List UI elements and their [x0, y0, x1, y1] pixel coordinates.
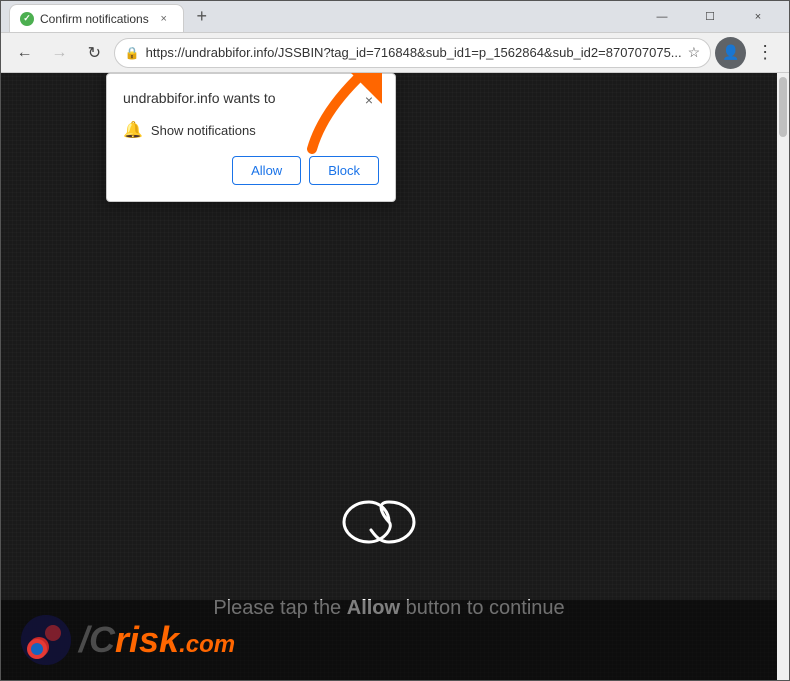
navigation-bar: ← → ↻ 🔒 https://undrabbifor.info/JSSBIN?…: [1, 33, 789, 73]
logo-text-area: /C risk .com: [79, 619, 235, 661]
block-button[interactable]: Block: [309, 156, 379, 185]
dot-com-text: .com: [179, 631, 235, 659]
bell-icon: 🔔: [123, 120, 143, 140]
tab-area: Confirm notifications × +: [9, 1, 635, 32]
active-tab[interactable]: Confirm notifications ×: [9, 4, 184, 32]
tab-favicon: [20, 12, 34, 26]
tab-close-button[interactable]: ×: [155, 10, 173, 28]
scrollbar[interactable]: [777, 73, 789, 680]
lock-icon: 🔒: [125, 46, 140, 60]
forward-button[interactable]: →: [44, 37, 75, 69]
window-controls: — ☐ ×: [639, 1, 781, 33]
pcrisk-logo: /C risk .com: [21, 615, 235, 665]
notification-text: Show notifications: [151, 123, 256, 138]
popup-title: undrabbifor.info wants to: [123, 90, 276, 106]
web-content: Please tap the Allow button to continue: [1, 73, 777, 680]
popup-buttons: Allow Block: [123, 156, 379, 185]
scrollbar-thumb[interactable]: [779, 77, 787, 137]
profile-button[interactable]: 👤: [715, 37, 746, 69]
pc-slash-text: /C: [79, 619, 115, 661]
notification-popup: undrabbifor.info wants to × 🔔 Show notif…: [106, 73, 396, 202]
url-text: https://undrabbifor.info/JSSBIN?tag_id=7…: [146, 45, 682, 60]
bottom-logo: /C risk .com: [1, 600, 777, 680]
close-button[interactable]: ×: [735, 1, 781, 33]
browser-window: Confirm notifications × + — ☐ × ← → ↻ 🔒 …: [0, 0, 790, 681]
infinity-symbol: [329, 492, 449, 557]
tab-title: Confirm notifications: [40, 12, 149, 26]
risk-text: risk: [115, 619, 179, 661]
browser-content-area: Please tap the Allow button to continue: [1, 73, 789, 680]
menu-button[interactable]: ⋮: [750, 37, 781, 69]
pc-icon: [21, 615, 71, 665]
title-bar: Confirm notifications × + — ☐ ×: [1, 1, 789, 33]
reload-button[interactable]: ↻: [79, 37, 110, 69]
address-bar[interactable]: 🔒 https://undrabbifor.info/JSSBIN?tag_id…: [114, 38, 711, 68]
bookmark-icon[interactable]: ☆: [688, 44, 701, 61]
allow-button[interactable]: Allow: [232, 156, 301, 185]
back-button[interactable]: ←: [9, 37, 40, 69]
maximize-button[interactable]: ☐: [687, 1, 733, 33]
new-tab-button[interactable]: +: [188, 3, 216, 31]
minimize-button[interactable]: —: [639, 1, 685, 33]
profile-icon: 👤: [722, 44, 739, 61]
orange-arrow: [302, 73, 382, 159]
